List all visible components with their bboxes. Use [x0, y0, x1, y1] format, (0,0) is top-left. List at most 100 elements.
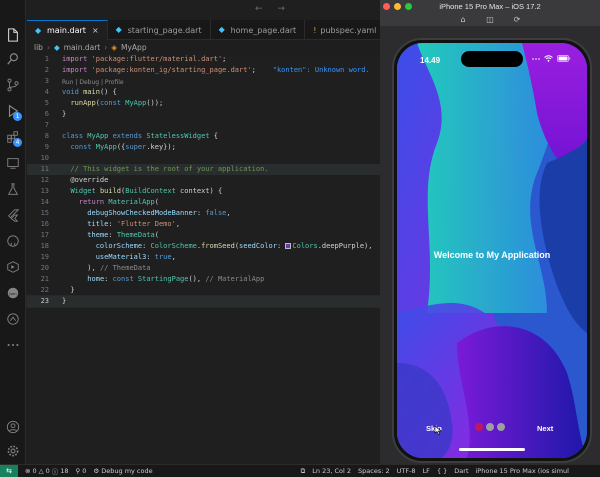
tab-label: home_page.dart — [230, 25, 297, 35]
warning-icon: △ — [38, 467, 44, 475]
status-time: 14.49 — [420, 56, 441, 65]
tab-home-page-dart[interactable]: ◆ home_page.dart — [211, 20, 306, 40]
zoom-window-button[interactable] — [405, 3, 412, 10]
dart-file-icon: ◆ — [115, 25, 122, 34]
code-line: 5 runApp(const MyApp()); — [44, 99, 164, 107]
problems-indicator[interactable]: ⊗ 0 △ 0 ⓘ 18 — [25, 466, 69, 476]
code-line: 16 title: 'Flutter Demo', — [40, 220, 181, 228]
status-icons — [532, 55, 571, 62]
language-mode[interactable]: Dart — [454, 467, 468, 475]
flutter-icon[interactable] — [6, 208, 20, 222]
debug-launch-button[interactable]: ⚙ Debug my code — [93, 467, 152, 475]
code-line: 10 — [40, 154, 49, 162]
class-symbol-icon: ◈ — [111, 42, 118, 52]
testing-icon[interactable] — [6, 182, 20, 196]
indentation[interactable]: Spaces: 2 — [358, 467, 390, 475]
device-selector[interactable]: iPhone 15 Pro Max (ios simul — [476, 467, 569, 475]
error-icon: ⊗ — [25, 467, 31, 475]
info-icon: ⓘ — [51, 468, 59, 476]
code-line: 1 import 'package:flutter/material.dart'; — [44, 55, 227, 63]
code-line: 18 colorScheme: ColorScheme.fromSeed(see… — [40, 242, 373, 250]
editor-tabs: ◆ main.dart × ◆ starting_page.dart ◆ hom… — [27, 20, 400, 40]
code-line: 17 theme: ThemeData( — [40, 231, 159, 239]
encoding[interactable]: UTF-8 — [397, 467, 416, 475]
code-line: 7 — [44, 121, 49, 129]
code-line: 13 Widget build(BuildContext context) { — [40, 187, 223, 195]
tab-pubspec-yaml[interactable]: ! pubspec.yaml — [305, 20, 386, 40]
page-dot[interactable] — [497, 423, 505, 431]
ports-indicator[interactable]: ⚲ 0 — [76, 467, 87, 475]
dynamic-island — [461, 51, 523, 67]
code-line: 15 debugShowCheckedModeBanner: false, — [40, 209, 231, 217]
battery-icon — [557, 55, 571, 62]
window-controls — [383, 3, 412, 10]
docker-icon[interactable] — [6, 260, 20, 274]
wifi-icon — [544, 55, 553, 62]
breadcrumb-folder[interactable]: lib — [34, 43, 43, 52]
github-icon[interactable] — [6, 234, 20, 248]
spell-check-hint: "konten": Unknown word. — [272, 66, 370, 74]
code-line-current: 23} — [26, 295, 388, 308]
color-swatch-icon[interactable] — [285, 243, 292, 249]
tab-label: main.dart — [47, 26, 86, 35]
rotate-icon[interactable]: ⟳ — [513, 15, 522, 24]
explorer-icon[interactable] — [6, 28, 20, 42]
code-line: 9 const MyApp({super.key}); — [44, 143, 176, 151]
more-icon[interactable] — [6, 338, 20, 352]
code-line: 11 // This widget is the root of your ap… — [27, 164, 387, 175]
code-editor[interactable]: 1 import 'package:flutter/material.dart';… — [26, 54, 388, 464]
extensions-badge: 4 — [13, 138, 22, 147]
tab-label: pubspec.yaml — [320, 25, 377, 35]
page-dot[interactable] — [486, 423, 494, 431]
editor-layout-icon[interactable]: ⧉ — [301, 467, 306, 476]
chevron-right-icon: › — [46, 42, 50, 52]
next-button[interactable]: Next — [537, 424, 553, 433]
simulator-toolbar: ⌂ ◫ ⟳ — [380, 13, 600, 26]
code-line: 6} — [44, 110, 67, 118]
breadcrumb-symbol[interactable]: MyApp — [121, 43, 147, 52]
source-control-icon[interactable] — [6, 78, 20, 92]
activity-bar: 1 4 json — [0, 0, 26, 464]
app-screen[interactable]: 14.49 Welcome to My Application Skip Nex… — [397, 43, 587, 458]
code-line: 19 useMaterial3: true, — [40, 253, 176, 261]
pointer-cursor-icon — [434, 425, 442, 435]
language-braces[interactable]: { } — [437, 467, 447, 475]
page-dot-active[interactable] — [475, 423, 483, 431]
dart-file-icon: ◆ — [53, 42, 60, 52]
tab-main-dart[interactable]: ◆ main.dart × — [27, 20, 108, 40]
settings-gear-icon[interactable] — [6, 444, 20, 458]
page-indicator — [475, 423, 505, 431]
yaml-file-icon: ! — [313, 25, 317, 35]
tab-starting-page-dart[interactable]: ◆ starting_page.dart — [108, 20, 211, 40]
minimize-window-button[interactable] — [394, 3, 401, 10]
close-window-button[interactable] — [383, 3, 390, 10]
code-line: 20 ), // ThemeData — [40, 264, 151, 272]
title-bar: ← → — [27, 0, 380, 20]
antenna-icon: ⚲ — [75, 467, 81, 475]
code-line: 8 class MyApp extends StatelessWidget { — [44, 132, 218, 140]
home-icon[interactable]: ⌂ — [459, 15, 468, 24]
account-icon[interactable] — [6, 420, 20, 434]
welcome-title: Welcome to My Application — [433, 250, 551, 260]
breadcrumb-file[interactable]: main.dart — [64, 43, 101, 52]
dart-file-icon: ◆ — [218, 25, 225, 34]
graph-icon[interactable] — [6, 312, 20, 326]
cursor-position[interactable]: Ln 23, Col 2 — [312, 467, 351, 475]
home-indicator[interactable] — [459, 448, 525, 451]
search-icon[interactable] — [6, 52, 20, 66]
svg-text:json: json — [8, 292, 16, 296]
remote-button[interactable]: ⇆ — [0, 465, 18, 477]
nav-arrows[interactable]: ← → — [255, 4, 291, 14]
end-of-line[interactable]: LF — [423, 467, 430, 475]
code-line: 2 import 'package:konten_ig/starting_page… — [44, 66, 370, 74]
remote-explorer-icon[interactable] — [6, 156, 20, 170]
codelens-run-debug[interactable]: Run | Debug | Profile — [62, 79, 124, 86]
signal-dots-icon — [532, 57, 540, 60]
iphone-frame: 14.49 Welcome to My Application Skip Nex… — [392, 38, 592, 463]
code-line: 4 void main() { — [44, 88, 117, 96]
screenshot-icon[interactable]: ◫ — [486, 15, 495, 24]
dart-file-icon: ◆ — [35, 25, 42, 35]
breadcrumb: lib › ◆ main.dart › ◈ MyApp — [34, 40, 147, 54]
close-icon[interactable]: × — [92, 26, 99, 35]
json-icon[interactable]: json — [6, 286, 20, 300]
